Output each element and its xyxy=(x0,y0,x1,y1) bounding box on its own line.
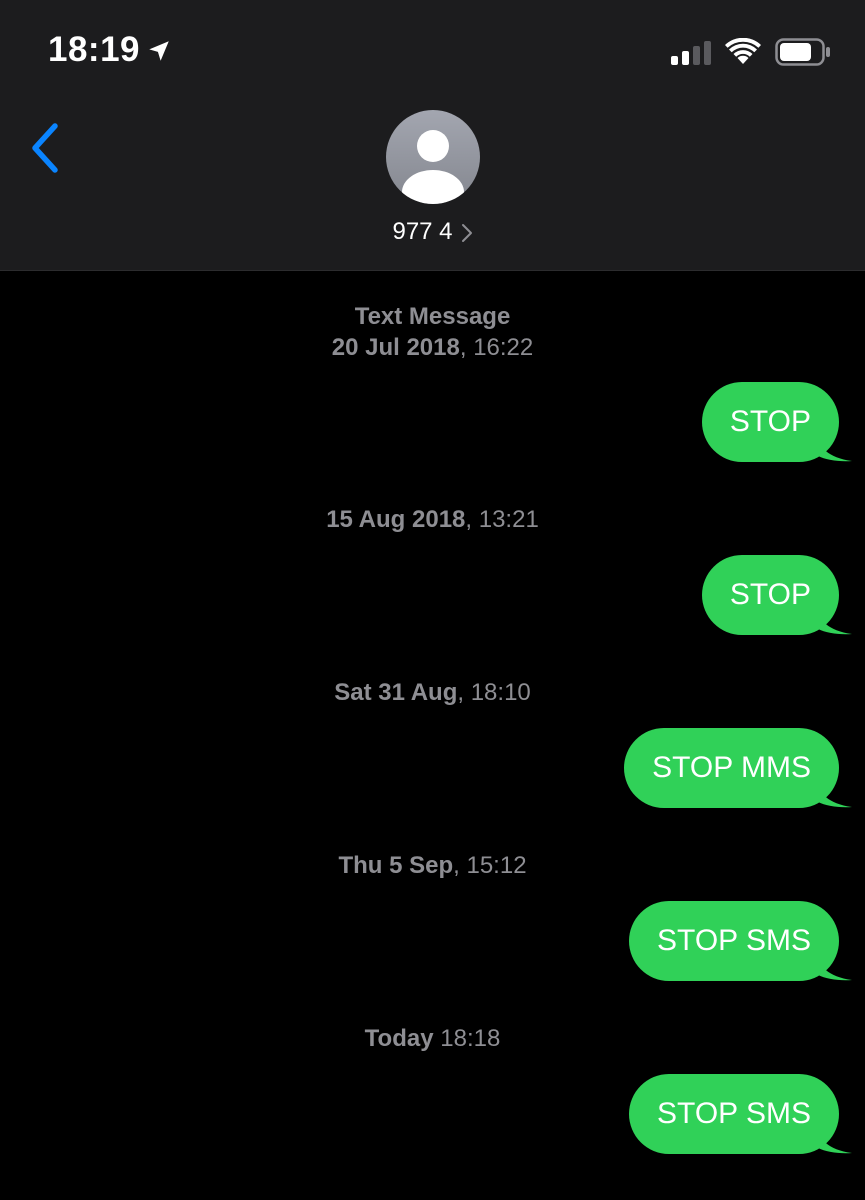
conversation-header: 18:19 977 4 xyxy=(0,0,865,271)
status-bar-indicators xyxy=(671,38,831,66)
timestamp: Sat 31 Aug, 18:10 xyxy=(334,679,531,706)
timestamp-date: 15 Aug 2018 xyxy=(326,506,466,533)
timestamp: 15 Aug 2018, 13:21 xyxy=(326,506,539,533)
timestamp-time: 13:21 xyxy=(478,506,539,533)
timestamp-date: Sat 31 Aug xyxy=(334,679,458,706)
timestamp-time: 18:10 xyxy=(470,679,531,706)
battery-icon xyxy=(775,38,830,66)
message-text: STOP SMS xyxy=(629,901,839,981)
message-bubble[interactable]: STOP SMS xyxy=(629,1074,852,1154)
message-text: STOP xyxy=(701,555,839,635)
wifi-icon xyxy=(725,38,761,64)
timestamp: 20 Jul 2018, 16:22 xyxy=(331,334,534,361)
timestamp-date: Today xyxy=(364,1025,434,1052)
status-bar-time: 18:19 xyxy=(48,30,172,70)
service-label: Text Message xyxy=(354,303,511,330)
timestamp-time: 15:12 xyxy=(466,852,527,879)
timestamp-time: 16:22 xyxy=(473,334,534,361)
contact-name: 977 4 xyxy=(392,218,453,245)
location-arrow-icon xyxy=(149,41,169,61)
chevron-right-icon xyxy=(461,224,472,242)
person-placeholder-icon xyxy=(385,110,480,204)
message-text: STOP MMS xyxy=(624,728,839,808)
timestamp: Thu 5 Sep, 15:12 xyxy=(338,852,527,879)
timestamp-date: 20 Jul 2018 xyxy=(331,334,460,361)
time-label: 18:19 xyxy=(48,30,141,69)
contact-info-button[interactable]: 977 4 xyxy=(0,110,865,246)
message-bubble[interactable]: STOP xyxy=(701,555,852,635)
timestamp-date: Thu 5 Sep xyxy=(338,852,454,879)
message-text: STOP SMS xyxy=(629,1074,839,1154)
cellular-signal-icon xyxy=(671,39,711,65)
timestamp-time: 18:18 xyxy=(440,1025,501,1052)
message-bubble[interactable]: STOP xyxy=(701,382,852,462)
message-bubble[interactable]: STOP MMS xyxy=(624,728,852,808)
message-bubble[interactable]: STOP SMS xyxy=(629,901,852,981)
message-text: STOP xyxy=(701,382,839,462)
timestamp: Today 18:18 xyxy=(0,1023,865,1054)
contact-name-row: 977 4 xyxy=(392,218,472,246)
